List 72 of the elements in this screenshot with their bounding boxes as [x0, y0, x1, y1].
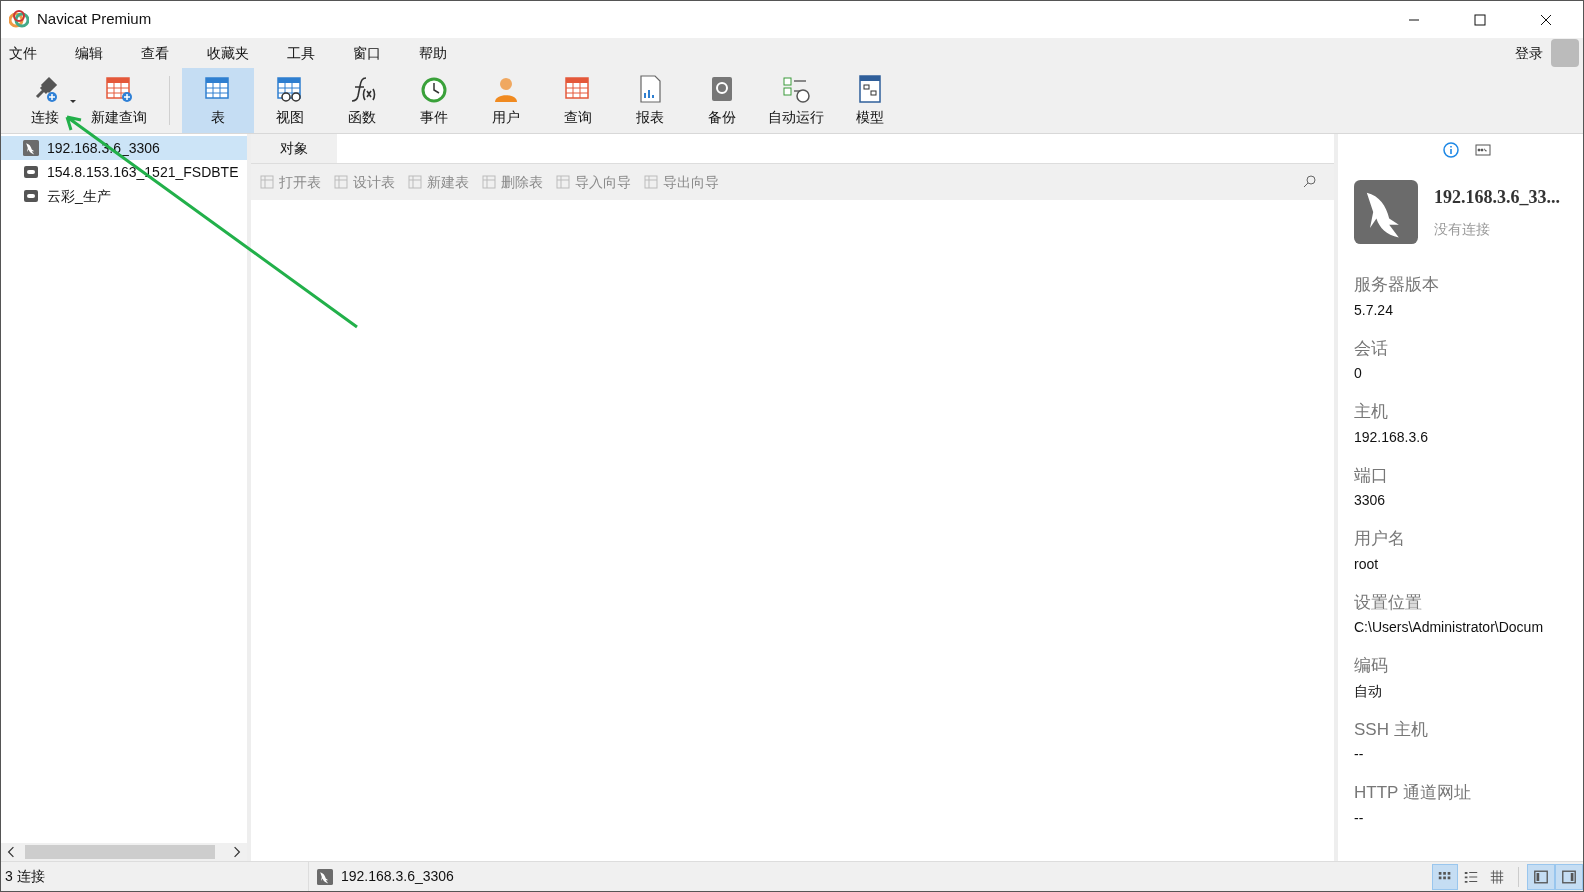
- dolphin-icon: [1354, 180, 1418, 244]
- info-icon[interactable]: [1442, 142, 1459, 158]
- connection-status: 没有连接: [1434, 220, 1491, 239]
- field-value: 0: [1354, 364, 1363, 383]
- view-mode-button[interactable]: [1432, 863, 1458, 890]
- menu-item[interactable]: 工具: [279, 38, 323, 68]
- left-panel-icon: [1533, 868, 1549, 885]
- field-label: SSH 主机: [1354, 718, 1429, 741]
- connection-count: 3 连接: [4, 867, 46, 886]
- dolphin-icon: [317, 868, 333, 885]
- maximize-icon: [1474, 13, 1486, 26]
- status-connection: 192.168.3.6_3306: [341, 867, 454, 886]
- field-label: 主机: [1354, 401, 1389, 423]
- search-icon[interactable]: [1302, 174, 1318, 190]
- chevron-right-icon[interactable]: [231, 846, 243, 858]
- field-label: HTTP 通道网址: [1354, 782, 1472, 804]
- panel-toggle-button[interactable]: [1555, 863, 1583, 890]
- toolbar-button[interactable]: 视图: [254, 68, 326, 133]
- connection-name: 云彩_生产: [47, 186, 111, 206]
- database-icon: [23, 188, 39, 204]
- toolbar-button[interactable]: 连接: [9, 68, 81, 133]
- login-button[interactable]: 登录: [1507, 42, 1551, 64]
- menu-item[interactable]: 编辑: [67, 38, 111, 68]
- database-icon: [23, 164, 39, 180]
- avatar-icon: [1551, 39, 1579, 67]
- table-icon: [555, 174, 571, 190]
- chevron-left-icon[interactable]: [5, 846, 17, 858]
- window-title: Navicat Premium: [37, 9, 152, 30]
- table-icon: [481, 174, 497, 190]
- close-icon: [1540, 13, 1552, 26]
- menu-item[interactable]: 查看: [133, 38, 177, 68]
- menu-item[interactable]: 帮助: [411, 38, 455, 68]
- toolbar-button[interactable]: 自动运行: [758, 68, 834, 133]
- toolbar-button[interactable]: 新建查询: [81, 68, 157, 133]
- dolphin-icon: [23, 140, 39, 156]
- field-value: 192.168.3.6: [1354, 427, 1429, 447]
- field-value: 3306: [1354, 491, 1387, 510]
- panel-toggle-button[interactable]: [1527, 863, 1555, 890]
- toolbar-button[interactable]: 报表: [614, 68, 686, 133]
- toolbar-button[interactable]: 查询: [542, 68, 614, 133]
- horizontal-scrollbar[interactable]: [1, 843, 247, 861]
- field-value: 5.7.24: [1354, 300, 1394, 320]
- field-label: 编码: [1354, 655, 1389, 677]
- field-label: 用户名: [1354, 528, 1406, 550]
- ddl-icon[interactable]: [1474, 142, 1491, 158]
- field-label: 会话: [1354, 337, 1389, 360]
- table-icon: [259, 174, 275, 190]
- field-value: root: [1354, 554, 1380, 574]
- field-label: 端口: [1354, 464, 1389, 487]
- toolbar-button[interactable]: 函数: [326, 68, 398, 133]
- connection-item[interactable]: 云彩_生产: [1, 184, 247, 208]
- table-icon: [407, 174, 423, 190]
- field-value: --: [1354, 808, 1365, 828]
- right-panel-icon: [1561, 868, 1577, 885]
- grid-lines-icon: [1489, 868, 1505, 885]
- table-icon: [333, 174, 349, 190]
- menu-item[interactable]: 文件: [1, 38, 45, 68]
- field-label: 设置位置: [1354, 591, 1423, 614]
- menu-item[interactable]: 窗口: [345, 38, 389, 68]
- toolbar-button[interactable]: 表: [182, 68, 254, 133]
- field-value: C:\Users\Administrator\Docum: [1354, 618, 1545, 637]
- app-logo-icon: [9, 9, 29, 30]
- toolbar-button[interactable]: 事件: [398, 68, 470, 133]
- toolbar-button[interactable]: 用户: [470, 68, 542, 133]
- menu-item[interactable]: 收藏夹: [199, 38, 257, 68]
- field-value: --: [1354, 745, 1365, 764]
- toolbar-button[interactable]: 模型: [834, 68, 906, 133]
- toolbar-button[interactable]: 备份: [686, 68, 758, 133]
- field-value: 自动: [1354, 681, 1383, 701]
- field-label: 服务器版本: [1354, 274, 1440, 296]
- connection-title: 192.168.3.6_33...: [1434, 186, 1560, 209]
- table-icon: [643, 174, 659, 190]
